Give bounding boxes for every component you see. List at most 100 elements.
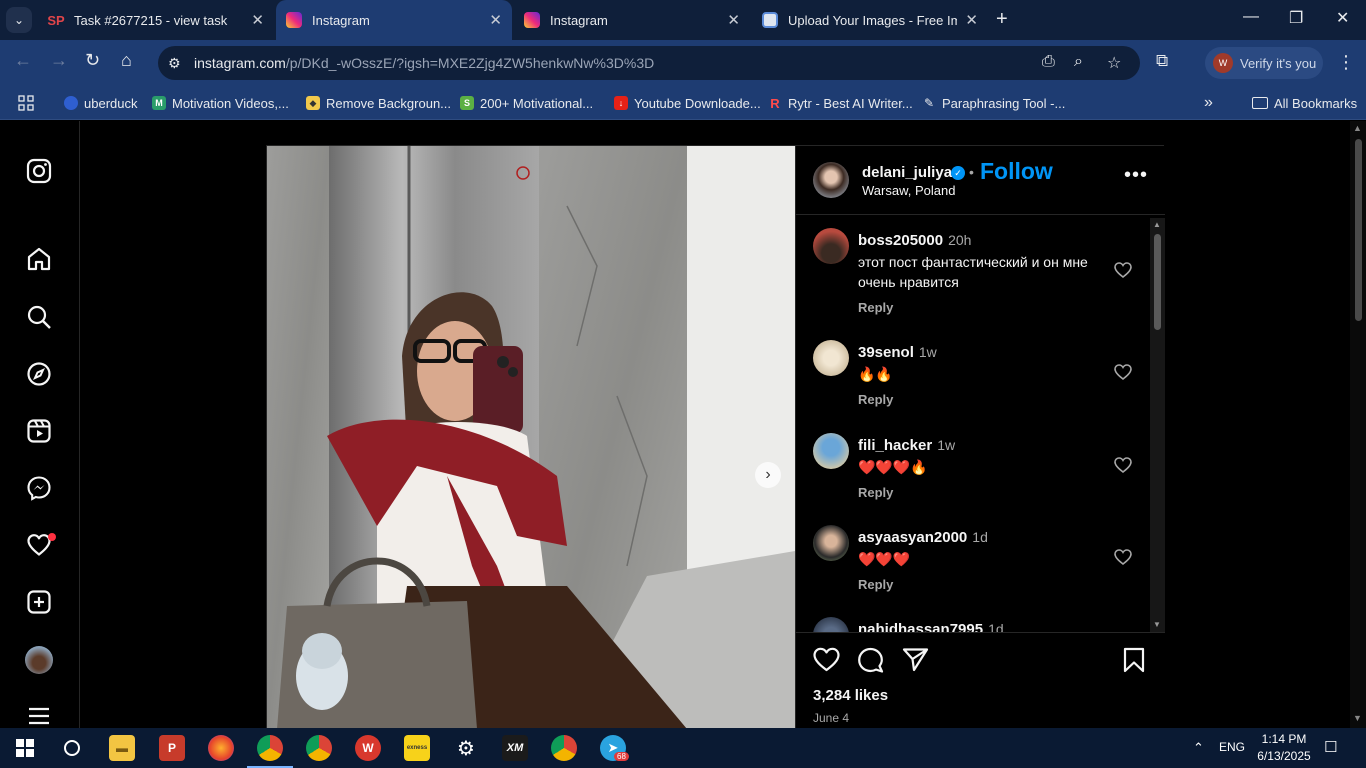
commenter-avatar[interactable] xyxy=(813,433,849,469)
follow-button[interactable]: Follow xyxy=(980,158,1053,185)
download-icon: ↓ xyxy=(614,96,628,110)
system-clock[interactable]: 1:14 PM 6/13/2025 xyxy=(1252,731,1316,765)
bookmark-youtube-downloader[interactable]: ↓ Youtube Downloade... xyxy=(614,92,761,114)
tab-task[interactable]: SP Task #2677215 - view task ✕ xyxy=(38,0,274,40)
bookmark-star-icon[interactable]: ☆ xyxy=(1107,53,1121,73)
page-scrollbar[interactable]: ▲ ▼ xyxy=(1350,121,1366,728)
search-icon[interactable] xyxy=(24,302,54,332)
firefox-icon[interactable] xyxy=(208,735,234,761)
author-username[interactable]: delani_juliya xyxy=(862,164,952,181)
comment-bubble-icon[interactable] xyxy=(857,647,884,679)
tab-upload-images[interactable]: Upload Your Images - Free Imag ✕ xyxy=(752,0,988,40)
more-options-icon[interactable]: ••• xyxy=(1124,164,1148,187)
scrollbar-thumb[interactable] xyxy=(1355,139,1362,321)
xm-icon[interactable]: XM xyxy=(502,735,528,761)
bookmark-paraphrasing-tool[interactable]: ✎ Paraphrasing Tool -... xyxy=(922,92,1065,114)
like-comment-heart-icon[interactable] xyxy=(1114,549,1132,570)
commenter-username[interactable]: boss205000 xyxy=(858,232,943,249)
home-icon[interactable]: ⌂ xyxy=(121,50,132,71)
install-app-icon[interactable]: ⎙ xyxy=(1042,53,1055,71)
bookmark-rytr[interactable]: R Rytr - Best AI Writer... xyxy=(768,92,912,114)
tab-instagram-active[interactable]: Instagram ✕ xyxy=(276,0,512,40)
commenter-username[interactable]: asyaasyan2000 xyxy=(858,529,967,546)
close-tab-icon[interactable]: ✕ xyxy=(251,11,264,29)
address-bar[interactable]: ⚙ instagram.com/p/DKd_-wOsszE/?igsh=MXE2… xyxy=(158,46,1140,80)
all-bookmarks[interactable]: All Bookmarks xyxy=(1252,92,1357,114)
windows-start-icon[interactable] xyxy=(12,735,38,761)
profile-avatar[interactable] xyxy=(25,646,53,674)
forward-icon[interactable]: → xyxy=(50,50,68,71)
zoom-icon[interactable]: ⌕ xyxy=(1074,53,1083,71)
commenter-username[interactable]: nahidhassan7995 xyxy=(858,621,983,632)
more-menu-icon[interactable] xyxy=(24,701,54,731)
reply-button[interactable]: Reply xyxy=(858,485,893,500)
chrome-work-icon[interactable] xyxy=(257,735,283,761)
reels-icon[interactable] xyxy=(24,416,54,446)
close-tab-icon[interactable]: ✕ xyxy=(489,11,502,29)
instagram-logo-icon[interactable] xyxy=(24,156,54,186)
input-language[interactable]: ENG xyxy=(1219,740,1245,754)
close-tab-icon[interactable]: ✕ xyxy=(727,11,740,29)
site-info-icon[interactable]: ⚙ xyxy=(168,55,186,72)
commenter-avatar[interactable] xyxy=(813,340,849,376)
reload-icon[interactable]: ↻ xyxy=(85,50,100,71)
post-location[interactable]: Warsaw, Poland xyxy=(862,183,955,198)
wps-office-icon[interactable]: W xyxy=(355,735,381,761)
powerpoint-icon[interactable]: P xyxy=(159,735,185,761)
chrome-profile-icon[interactable] xyxy=(551,735,577,761)
file-explorer-icon[interactable]: ▬ xyxy=(109,735,135,761)
like-comment-heart-icon[interactable] xyxy=(1114,262,1132,283)
create-post-icon[interactable] xyxy=(24,587,54,617)
reply-button[interactable]: Reply xyxy=(858,577,893,592)
back-icon[interactable]: ← xyxy=(14,50,32,71)
chrome-menu-icon[interactable]: ⋮ xyxy=(1337,52,1355,73)
profile-chip[interactable]: W Verify it's you xyxy=(1205,47,1323,79)
extensions-icon[interactable]: ⧉ xyxy=(1156,51,1168,71)
scrollbar-thumb[interactable] xyxy=(1154,234,1161,330)
exness-icon[interactable]: exness xyxy=(404,735,430,761)
reply-button[interactable]: Reply xyxy=(858,392,893,407)
apps-grid-icon[interactable] xyxy=(18,92,34,114)
reply-button[interactable]: Reply xyxy=(858,300,893,315)
show-hidden-icons-chevron-icon[interactable]: ⌃ xyxy=(1193,740,1204,756)
like-heart-icon[interactable] xyxy=(813,647,840,677)
save-bookmark-icon[interactable] xyxy=(1123,647,1145,678)
more-bookmarks-icon[interactable]: » xyxy=(1204,92,1213,114)
author-avatar[interactable] xyxy=(813,162,849,198)
post-photo[interactable]: › xyxy=(267,146,795,729)
comments-scrollbar[interactable]: ▲ ▼ xyxy=(1150,218,1165,632)
home-icon[interactable] xyxy=(24,244,54,274)
restore-icon[interactable]: ❐ xyxy=(1289,8,1303,28)
scroll-down-icon[interactable]: ▼ xyxy=(1153,620,1161,629)
bookmark-motivation-videos[interactable]: M Motivation Videos,... xyxy=(152,92,289,114)
commenter-avatar[interactable] xyxy=(813,228,849,264)
like-comment-heart-icon[interactable] xyxy=(1114,457,1132,478)
minimize-icon[interactable]: — xyxy=(1243,8,1259,26)
scroll-up-icon[interactable]: ▲ xyxy=(1153,220,1161,229)
scroll-down-icon[interactable]: ▼ xyxy=(1353,713,1362,723)
share-send-icon[interactable] xyxy=(902,647,929,677)
close-window-icon[interactable]: ✕ xyxy=(1336,8,1349,28)
next-photo-button[interactable]: › xyxy=(755,462,781,488)
commenter-username[interactable]: fili_hacker xyxy=(858,437,932,454)
commenter-username[interactable]: 39senol xyxy=(858,344,914,361)
messenger-icon[interactable] xyxy=(24,473,54,503)
close-tab-icon[interactable]: ✕ xyxy=(965,11,978,29)
new-tab-icon[interactable]: + xyxy=(996,8,1008,31)
scroll-up-icon[interactable]: ▲ xyxy=(1353,123,1362,133)
tab-search-button[interactable]: ⌄ xyxy=(6,7,32,33)
bookmark-uberduck[interactable]: uberduck xyxy=(64,92,137,114)
tab-instagram[interactable]: Instagram ✕ xyxy=(514,0,750,40)
like-comment-heart-icon[interactable] xyxy=(1114,364,1132,385)
chrome-icon[interactable] xyxy=(306,735,332,761)
bookmark-motivational[interactable]: S 200+ Motivational... xyxy=(460,92,593,114)
commenter-avatar[interactable] xyxy=(813,525,849,561)
like-count[interactable]: 3,284 likes xyxy=(813,687,888,704)
url-text[interactable]: instagram.com/p/DKd_-wOsszE/?igsh=MXE2Zj… xyxy=(194,55,654,71)
settings-gear-icon[interactable]: ⚙ xyxy=(453,735,479,761)
explore-icon[interactable] xyxy=(24,359,54,389)
action-center-icon[interactable]: ☐ xyxy=(1324,738,1337,756)
cortana-search-icon[interactable] xyxy=(59,735,85,761)
bookmark-remove-background[interactable]: ◆ Remove Backgroun... xyxy=(306,92,451,114)
commenter-avatar[interactable] xyxy=(813,617,849,632)
